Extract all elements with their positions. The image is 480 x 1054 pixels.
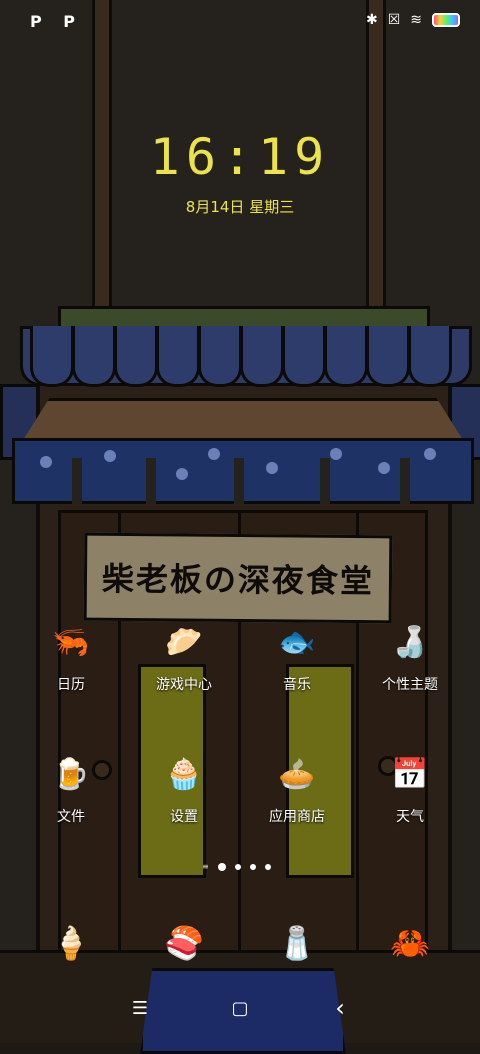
app-label: 音乐 [283,677,311,693]
dock-app-3[interactable]: 🧂 [272,918,322,968]
muffin-icon: 🧁 [165,756,203,792]
nav-back-button[interactable]: ‹ [320,994,360,1022]
pie-icon: 🥧 [278,756,316,792]
paw-print-icon [176,468,188,480]
clock-time[interactable]: 16:19 [0,128,480,186]
page-dot [249,863,256,870]
paw-print-icon [424,448,436,460]
sim-icon: ☒ [387,12,401,28]
shop-sign: 柴老板の深夜食堂 [83,532,393,624]
nav-menu-button[interactable]: ☰ [120,998,160,1019]
paw-print-icon [378,462,390,474]
status-bar-right: ✱ ☒ ≋ [366,10,460,30]
app-label: 天气 [396,809,424,825]
app-calendar[interactable]: 🦐 日历 [11,620,131,694]
bluetooth-icon: ✱ [365,12,378,28]
clock-date[interactable]: 8月14日 星期三 [0,196,480,217]
app-game-center[interactable]: 🥟 游戏中心 [124,620,244,694]
dumpling-icon: 🥟 [165,624,203,660]
page-dot [234,863,241,870]
app-weather[interactable]: 📅 天气 [350,752,470,826]
paw-print-icon [208,448,220,460]
beer-mug-icon: 🍺 [52,756,90,792]
battery-icon [432,13,460,27]
page-dot [264,863,271,870]
status-notification-icons: P P [30,12,84,31]
dock-app-2[interactable]: 🍣 [159,918,209,968]
paw-print-icon [40,456,52,468]
app-label: 游戏中心 [156,677,212,693]
app-files[interactable]: 🍺 文件 [11,752,131,826]
roof-scallop [72,326,116,387]
noren-gap [146,458,156,504]
sushi-icon: 🍣 [164,924,204,962]
roof-scallop [324,326,368,387]
roof-scallop [30,326,74,387]
bottle-icon: 🍶 [391,624,429,660]
wifi-icon: ≋ [410,12,422,28]
app-label: 个性主题 [382,677,438,693]
dock-app-1[interactable]: 🍦 [46,918,96,968]
dock-app-4[interactable]: 🦀 [385,918,435,968]
page-dot-active [217,862,226,871]
noren-gap [320,458,330,504]
crab-icon: 🦀 [390,924,430,962]
noren-gap [400,458,410,504]
noren-gap [72,458,82,504]
app-label: 文件 [57,809,85,825]
app-label: 日历 [57,677,85,693]
roof-scallop [240,326,284,387]
fish-icon: 🐟 [278,624,316,660]
app-themes[interactable]: 🍶 个性主题 [350,620,470,694]
roof-scallop [156,326,200,387]
list-view-icon: ≡ [202,862,209,871]
app-store[interactable]: 🥧 应用商店 [237,752,357,826]
ice-cream-icon: 🍦 [51,924,91,962]
roof-scallop [198,326,242,387]
roof-scallop [408,326,452,387]
sauce-bottle-icon: 🧂 [277,924,317,962]
paw-print-icon [104,450,116,462]
app-settings[interactable]: 🧁 设置 [124,752,244,826]
app-label: 应用商店 [269,809,325,825]
paw-print-icon [330,448,342,460]
app-label: 设置 [170,809,198,825]
roof-scallop [114,326,158,387]
calendar-tile-icon: 📅 [391,756,429,792]
nav-home-button[interactable]: ▢ [220,998,260,1019]
roof-scallop [282,326,326,387]
shrimp-icon: 🦐 [52,624,90,660]
noren-gap [234,458,244,504]
page-indicator[interactable]: ≡ [202,862,271,871]
app-music[interactable]: 🐟 音乐 [237,620,357,694]
paw-print-icon [266,462,278,474]
roof-scallop [366,326,410,387]
